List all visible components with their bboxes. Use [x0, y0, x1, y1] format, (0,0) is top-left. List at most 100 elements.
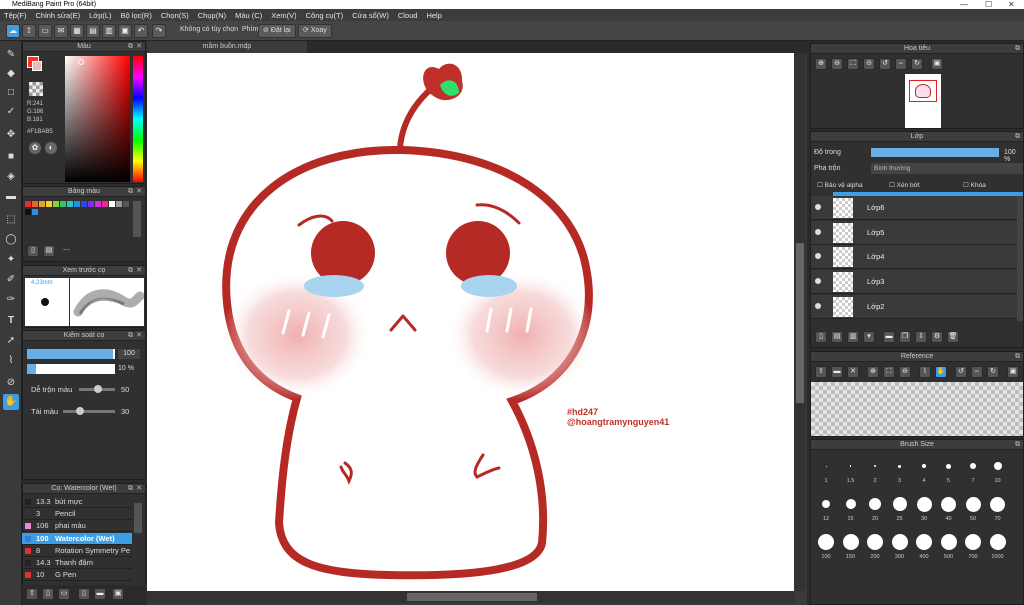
layer-row[interactable]: Lớp4 — [811, 245, 1021, 270]
reference-fit-icon[interactable]: ⛶ — [883, 366, 895, 378]
grid-icon[interactable]: ▦ — [70, 24, 84, 38]
background-color-swatch[interactable] — [32, 61, 42, 71]
bucket-tool-icon[interactable]: ◈ — [3, 169, 19, 185]
panel-icon[interactable]: ▤ — [86, 24, 100, 38]
brush-size-option[interactable]: 70 — [986, 494, 1010, 528]
brush-size-option[interactable]: 12 — [814, 494, 838, 528]
layer-blend-select[interactable]: Bình thường — [871, 163, 1023, 174]
brush-size-option[interactable]: 20 — [863, 494, 887, 528]
menu-file[interactable]: Tệp(F) — [4, 11, 27, 20]
new-palette-icon[interactable]: ▯ — [27, 245, 39, 257]
layer-settings-icon[interactable]: ⚙ — [931, 331, 943, 343]
palette-swatch[interactable] — [95, 201, 101, 207]
panel-close-icon[interactable]: ✕ — [136, 187, 142, 197]
palette-swatch[interactable] — [74, 201, 80, 207]
delete-palette-icon[interactable]: ▤ — [43, 245, 55, 257]
lock-checkbox[interactable]: ☐ Khóa — [963, 181, 986, 189]
palette-swatch[interactable] — [88, 201, 94, 207]
eraser-tool-icon[interactable]: ◆ — [3, 66, 19, 82]
brush-size-option[interactable]: 200 — [863, 532, 887, 566]
reference-close-icon[interactable]: ✕ — [847, 366, 859, 378]
blend-slider-handle[interactable] — [94, 385, 102, 393]
palette-swatch[interactable] — [102, 201, 108, 207]
menu-tools[interactable]: Công cụ(T) — [306, 11, 344, 20]
brush-list-item[interactable]: 10 G Pen — [22, 569, 132, 582]
reset-button[interactable]: ⊘ Đặt lại — [258, 24, 296, 38]
panel-close-icon[interactable]: ✕ — [136, 42, 142, 52]
brush-list-item[interactable]: 13.3 bút mực — [22, 496, 132, 508]
resource-slider-handle[interactable] — [76, 407, 84, 415]
palette-swatch[interactable] — [39, 201, 45, 207]
brush-size-option[interactable]: 1 — [814, 456, 838, 490]
reference-zoom-out-icon[interactable]: ⊖ — [899, 366, 911, 378]
canvas-vertical-scrollbar[interactable] — [794, 53, 806, 591]
eye-icon[interactable] — [815, 253, 821, 260]
brush-size-option[interactable]: 15 — [839, 494, 863, 528]
brush-size-option[interactable]: 150 — [839, 532, 863, 566]
layer-row[interactable]: Lớp3 — [811, 270, 1021, 295]
palette-swatch[interactable] — [109, 201, 115, 207]
zoom-out-icon[interactable]: ⊖ — [831, 58, 843, 70]
navigator-settings-icon[interactable]: ▣ — [931, 58, 943, 70]
select-tool-icon[interactable]: ⬚ — [3, 212, 19, 228]
move-tool-icon[interactable]: ✥ — [3, 127, 19, 143]
menu-view[interactable]: Xem(V) — [271, 11, 296, 20]
brush-size-option[interactable]: 7 — [961, 456, 985, 490]
reference-zoom-in-icon[interactable]: ⊕ — [867, 366, 879, 378]
eye-icon[interactable] — [815, 302, 821, 309]
navigator-thumbnail[interactable] — [905, 74, 941, 128]
dot-tool-icon[interactable]: ✓ — [3, 104, 19, 120]
add-layer-menu-icon[interactable]: ▾ — [863, 331, 875, 343]
brush-size-option[interactable]: 3 — [888, 456, 912, 490]
reference-settings-icon[interactable]: ▣ — [1007, 366, 1019, 378]
layer-opacity-slider[interactable] — [871, 148, 999, 157]
zoom-reset-icon[interactable]: ⊝ — [863, 58, 875, 70]
panel-close-icon[interactable]: ✕ — [136, 331, 142, 341]
color-picker-cursor[interactable] — [78, 59, 84, 65]
zoom-pen-icon[interactable]: ⊘ — [3, 375, 19, 391]
document-tab[interactable]: mầm buồn.mdp — [147, 41, 307, 53]
rotate-right-icon[interactable]: ↻ — [911, 58, 923, 70]
gradient-tool-icon[interactable]: ▬ — [3, 189, 19, 205]
menu-help[interactable]: Help — [426, 11, 441, 20]
float-icon[interactable]: ⧉ — [1015, 352, 1020, 362]
brush-size-option[interactable]: 25 — [888, 494, 912, 528]
palette-swatch[interactable] — [32, 201, 38, 207]
brush-size-option[interactable]: 5 — [937, 456, 961, 490]
palette-scrollbar[interactable] — [133, 201, 141, 237]
brush-size-option[interactable]: 1000 — [986, 532, 1010, 566]
comment-icon[interactable]: ✉ — [54, 24, 68, 38]
maximize-icon[interactable]: ☐ — [985, 0, 992, 9]
new-halftone-layer-icon[interactable]: ▤ — [831, 331, 843, 343]
eye-icon[interactable] — [815, 228, 821, 235]
brush-size-option[interactable]: 50 — [961, 494, 985, 528]
saturation-value-picker[interactable] — [65, 56, 130, 182]
zoom-in-icon[interactable]: ⊕ — [815, 58, 827, 70]
clipping-checkbox[interactable]: ☐ Xén bớt — [889, 181, 920, 189]
brush-size-option[interactable]: 300 — [888, 532, 912, 566]
duplicate-layer-icon[interactable]: ❐ — [899, 331, 911, 343]
reference-canvas[interactable] — [811, 382, 1023, 436]
layer-row[interactable]: Lớp6 — [811, 196, 1021, 220]
brush-size-option[interactable]: 100 — [814, 532, 838, 566]
undo-icon[interactable]: ↶ — [134, 24, 148, 38]
brush-list-item[interactable]: 100 Watercolor (Wet) — [22, 532, 132, 545]
canvas[interactable]: #hd247 @hoangtramynguyen41 — [147, 53, 794, 591]
fill-rect-tool-icon[interactable]: ■ — [3, 149, 19, 165]
rotate-left-icon[interactable]: ↺ — [879, 58, 891, 70]
menu-select[interactable]: Chọn(S) — [161, 11, 189, 20]
brush-export-icon[interactable]: ▯ — [78, 588, 90, 600]
palette-swatch[interactable] — [25, 201, 31, 207]
float-icon[interactable]: ⧉ — [128, 484, 133, 494]
reference-hand-icon[interactable]: ✋ — [935, 366, 947, 378]
layer-folder-icon[interactable]: ▬ — [883, 331, 895, 343]
brush-size-option[interactable]: 500 — [937, 532, 961, 566]
delete-layer-icon[interactable]: 🗑 — [947, 331, 959, 343]
palette-swatch[interactable] — [25, 209, 31, 215]
upload-icon[interactable]: ⇧ — [22, 24, 36, 38]
new-8bit-layer-icon[interactable]: ▥ — [847, 331, 859, 343]
layout-icon[interactable]: ▥ — [102, 24, 116, 38]
brush-tool-icon[interactable]: ✎ — [3, 47, 19, 63]
eye-icon[interactable] — [815, 278, 821, 285]
brush-list-item[interactable]: 8 Rotation Symmetry Pe — [22, 545, 132, 557]
